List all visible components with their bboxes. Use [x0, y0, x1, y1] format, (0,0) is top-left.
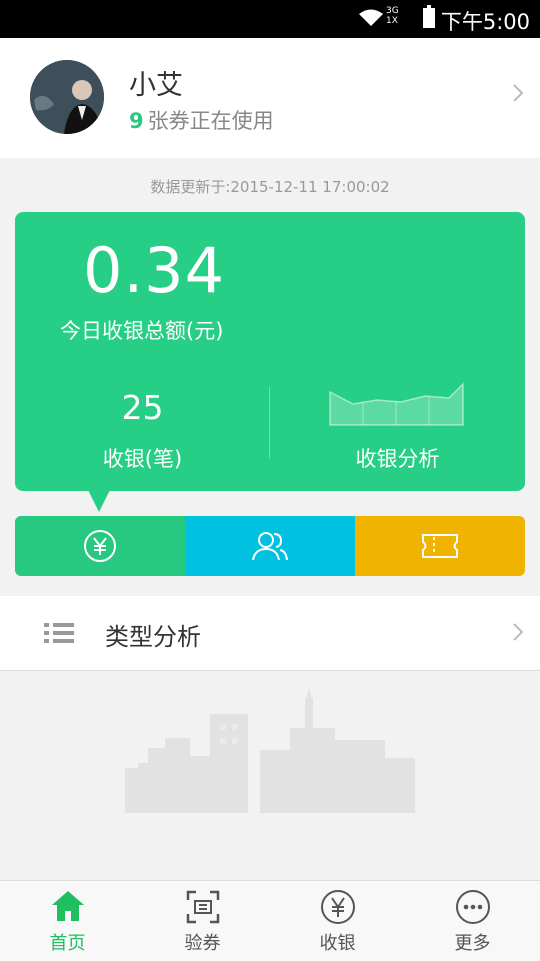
tab-members[interactable]: [185, 516, 355, 576]
status-bar: 3G 1X 下午5:00: [0, 0, 540, 38]
transaction-count[interactable]: 25: [15, 388, 270, 427]
user-name: 小艾: [129, 70, 183, 101]
coupon-count: 9: [129, 109, 144, 133]
status-time: 下午5:00: [440, 10, 530, 34]
yen-circle-icon: [320, 890, 355, 924]
nav-more-label: 更多: [454, 933, 491, 954]
network-type: 3G 1X: [386, 6, 399, 26]
tab-cashier[interactable]: [15, 516, 185, 576]
more-icon: [455, 890, 490, 924]
total-amount: 0.34: [83, 234, 226, 307]
chevron-right-icon: [513, 623, 524, 641]
chevron-right-icon: [513, 84, 524, 102]
quick-tabs: [15, 516, 525, 576]
battery-icon: [423, 5, 435, 28]
analysis-link[interactable]: 收银分析: [270, 443, 525, 473]
summary-card: 0.34 今日收银总额(元) 25 收银(笔) 收银分析: [15, 212, 525, 491]
home-icon: [51, 891, 84, 921]
list-icon: [44, 623, 74, 643]
analysis-chart-icon[interactable]: [329, 382, 465, 426]
nav-verify[interactable]: 验券: [135, 881, 270, 961]
tab-coupons[interactable]: [355, 516, 525, 576]
empty-city-illustration: [125, 688, 415, 813]
users-icon: [252, 532, 288, 561]
coupon-text: 张券正在使用: [147, 109, 274, 133]
wifi-icon: [359, 9, 383, 26]
avatar[interactable]: [30, 60, 104, 134]
updated-timestamp: 数据更新于:2015-12-11 17:00:02: [150, 178, 390, 196]
nav-home-label: 首页: [49, 933, 86, 954]
type-analysis-row[interactable]: 类型分析: [0, 596, 540, 671]
card-pointer: [88, 490, 110, 512]
ticket-icon: [422, 534, 458, 558]
type-analysis-label: 类型分析: [105, 623, 201, 651]
nav-cashier[interactable]: 收银: [270, 881, 405, 961]
profile-header[interactable]: 小艾 9 张券正在使用: [0, 38, 540, 158]
nav-cashier-label: 收银: [319, 933, 356, 954]
transaction-count-label[interactable]: 收银(笔): [15, 443, 270, 473]
nav-home[interactable]: 首页: [0, 881, 135, 961]
total-amount-label: 今日收银总额(元): [60, 319, 224, 343]
yen-circle-icon: [84, 530, 116, 562]
nav-more[interactable]: 更多: [405, 881, 540, 961]
bottom-navigation: 首页 验券 收银 更多: [0, 880, 540, 961]
scan-icon: [186, 890, 219, 924]
nav-verify-label: 验券: [184, 933, 221, 954]
coupon-status: 9 张券正在使用: [129, 105, 274, 135]
